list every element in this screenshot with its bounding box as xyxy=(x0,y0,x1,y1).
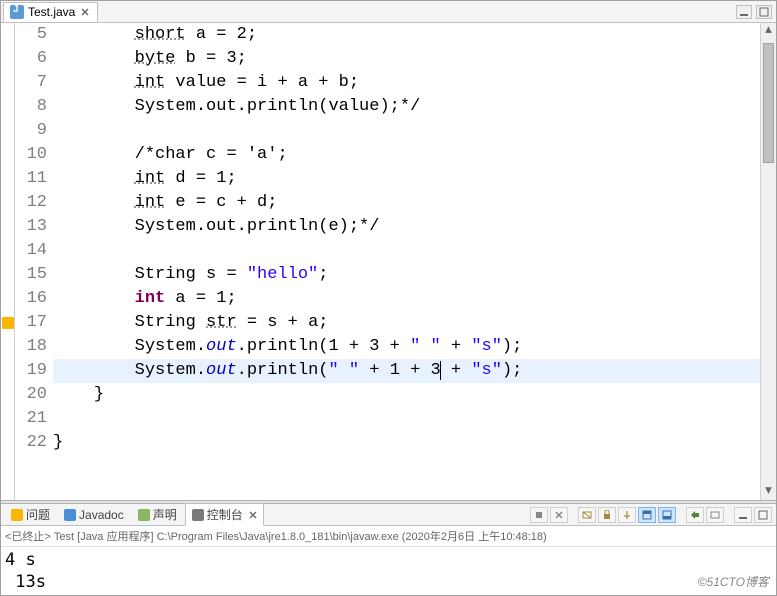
line-number: 11 xyxy=(15,167,47,191)
show-console-stdout-button[interactable] xyxy=(638,507,656,523)
code-line[interactable]: /*char c = 'a'; xyxy=(53,143,760,167)
scroll-up-arrow[interactable]: ▴ xyxy=(761,23,776,39)
line-number: 10 xyxy=(15,143,47,167)
clear-console-button[interactable] xyxy=(578,507,596,523)
line-number: 16 xyxy=(15,287,47,311)
tab-console[interactable]: 控制台 xyxy=(185,503,264,526)
code-line[interactable]: } xyxy=(53,383,760,407)
line-number: 22 xyxy=(15,431,47,455)
line-number-gutter: 5678910111213141516171819202122 xyxy=(15,23,53,500)
code-line[interactable]: int e = c + d; xyxy=(53,191,760,215)
code-line[interactable]: byte b = 3; xyxy=(53,47,760,71)
line-number: 18 xyxy=(15,335,47,359)
code-line[interactable] xyxy=(53,407,760,431)
marker-bar xyxy=(1,23,15,500)
line-number: 14 xyxy=(15,239,47,263)
pin-console-button[interactable] xyxy=(618,507,636,523)
tab-declaration-label: 声明 xyxy=(153,506,177,523)
bottom-panel-tabbar: 问题 Javadoc 声明 控制台 xyxy=(1,504,776,526)
code-line[interactable]: } xyxy=(53,431,760,455)
panel-maximize-icon[interactable] xyxy=(754,507,772,523)
code-area[interactable]: short a = 2; byte b = 3; int value = i +… xyxy=(53,23,760,500)
remove-all-button[interactable] xyxy=(550,507,568,523)
code-line[interactable]: String s = "hello"; xyxy=(53,263,760,287)
editor-tabbar-controls xyxy=(736,5,776,19)
display-selected-console-button[interactable] xyxy=(706,507,724,523)
line-number: 12 xyxy=(15,191,47,215)
editor-tab-test-java[interactable]: Test.java xyxy=(3,2,98,22)
code-line[interactable] xyxy=(53,239,760,263)
maximize-icon[interactable] xyxy=(756,5,772,19)
remove-launch-button[interactable] xyxy=(530,507,548,523)
tab-javadoc-label: Javadoc xyxy=(79,508,124,522)
line-number: 21 xyxy=(15,407,47,431)
code-line[interactable]: int d = 1; xyxy=(53,167,760,191)
line-number: 17 xyxy=(15,311,47,335)
declaration-icon xyxy=(138,509,150,521)
tab-problems-label: 问题 xyxy=(26,506,50,523)
line-number: 15 xyxy=(15,263,47,287)
scroll-down-arrow[interactable]: ▾ xyxy=(761,484,776,500)
line-number: 7 xyxy=(15,71,47,95)
tab-javadoc[interactable]: Javadoc xyxy=(58,506,130,524)
code-line[interactable]: System.out.println(" " + 1 + 3 + "s"); xyxy=(53,359,760,383)
watermark: ©51CTO博客 xyxy=(698,573,769,590)
warning-marker-icon[interactable] xyxy=(2,317,14,329)
ide-window: Test.java 567891011121314151617181920212… xyxy=(0,0,777,596)
tab-console-label: 控制台 xyxy=(207,506,243,523)
close-console-tab-icon[interactable] xyxy=(249,508,257,522)
editor-tabbar: Test.java xyxy=(1,1,776,23)
console-toolbar xyxy=(530,507,772,523)
show-console-stderr-button[interactable] xyxy=(658,507,676,523)
line-number: 20 xyxy=(15,383,47,407)
open-console-button[interactable] xyxy=(686,507,704,523)
panel-minimize-icon[interactable] xyxy=(734,507,752,523)
line-number: 6 xyxy=(15,47,47,71)
code-line[interactable]: System.out.println(value);*/ xyxy=(53,95,760,119)
scroll-lock-button[interactable] xyxy=(598,507,616,523)
code-line[interactable]: System.out.println(1 + 3 + " " + "s"); xyxy=(53,335,760,359)
code-editor[interactable]: 5678910111213141516171819202122 short a … xyxy=(1,23,776,500)
close-tab-icon[interactable] xyxy=(79,6,91,18)
java-file-icon xyxy=(10,5,24,19)
javadoc-icon xyxy=(64,509,76,521)
code-line[interactable] xyxy=(53,119,760,143)
line-number: 9 xyxy=(15,119,47,143)
vertical-scrollbar[interactable]: ▴ ▾ xyxy=(760,23,776,500)
line-number: 19 xyxy=(15,359,47,383)
code-line[interactable]: System.out.println(e);*/ xyxy=(53,215,760,239)
code-line[interactable]: short a = 2; xyxy=(53,23,760,47)
tab-problems[interactable]: 问题 xyxy=(5,504,56,525)
line-number: 8 xyxy=(15,95,47,119)
console-status: <已终止> Test [Java 应用程序] C:\Program Files\… xyxy=(1,526,776,547)
line-number: 5 xyxy=(15,23,47,47)
problems-icon xyxy=(11,509,23,521)
code-line[interactable]: String str = s + a; xyxy=(53,311,760,335)
code-line[interactable]: int value = i + a + b; xyxy=(53,71,760,95)
code-line[interactable]: int a = 1; xyxy=(53,287,760,311)
scrollbar-thumb[interactable] xyxy=(763,43,774,163)
console-output[interactable]: 4 s 13s xyxy=(1,547,776,595)
line-number: 13 xyxy=(15,215,47,239)
minimize-icon[interactable] xyxy=(736,5,752,19)
editor-tab-label: Test.java xyxy=(28,5,75,19)
tab-declaration[interactable]: 声明 xyxy=(132,504,183,525)
console-icon xyxy=(192,509,204,521)
